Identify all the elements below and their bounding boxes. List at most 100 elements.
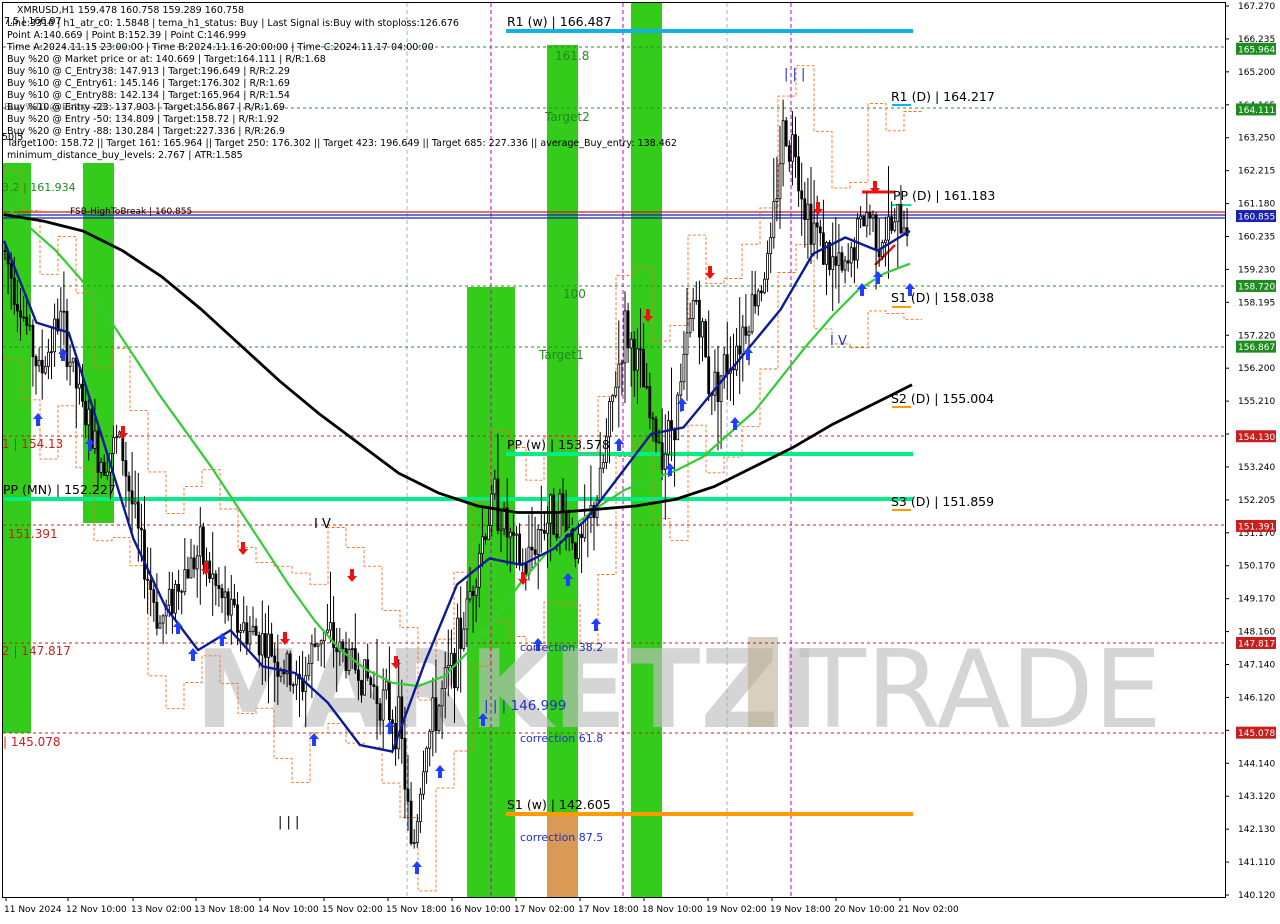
svg-text:164.111: 164.111 <box>1238 106 1275 116</box>
svg-text:154.130: 154.130 <box>1238 433 1275 443</box>
wave-label-iii-2: | | | <box>784 67 805 82</box>
zone-mid-2-orange <box>547 815 578 897</box>
info-line-6: Buy %10 @ C_Entry88: 142.134 | Target:16… <box>7 90 290 101</box>
y-tick-label: 155.210 <box>1238 397 1275 407</box>
y-tick-label: 149.170 <box>1238 595 1275 605</box>
y-tick-label: 167.270 <box>1238 2 1275 12</box>
price-level-badge: 158.720 <box>1236 279 1276 292</box>
x-tick-label: 13 Nov 02:00 <box>131 905 192 915</box>
y-tick-label: 142.130 <box>1238 825 1275 835</box>
svg-text:145.078: 145.078 <box>1238 729 1275 739</box>
x-tick-label: 15 Nov 02:00 <box>322 905 383 915</box>
info-line-8: Buy %20 @ Entry -50: 134.809 | Target:15… <box>7 114 279 125</box>
info-line-10: Target100: 158.72 || Target 161: 165.964… <box>6 138 677 149</box>
svg-text:158.720: 158.720 <box>1238 282 1275 292</box>
info-line-3: Buy %20 @ Market price or at: 140.669 | … <box>7 54 326 65</box>
price-level-badge: 156.867 <box>1236 340 1276 353</box>
info-line-2: Time A:2024.11.15 23:00:00 | Time B:2024… <box>6 42 434 53</box>
pp-daily-label: PP (D) | 161.183 <box>893 188 995 203</box>
s3-daily-label: S3 (D) | 151.859 <box>891 494 994 509</box>
candle <box>704 318 707 359</box>
svg-text:156.867: 156.867 <box>1238 343 1275 353</box>
y-tick-label: 150.170 <box>1238 562 1275 572</box>
y-tick-label: 147.140 <box>1238 661 1275 671</box>
r1-daily-label: R1 (D) | 164.217 <box>891 89 995 104</box>
y-tick-label: 152.205 <box>1238 496 1275 506</box>
wave-label-iv-1: I V <box>314 517 331 532</box>
x-tick-label: 14 Nov 10:00 <box>258 905 319 915</box>
candle <box>676 392 680 441</box>
info-line-4: Buy %10 @ C_Entry38: 147.913 | Target:19… <box>7 66 290 77</box>
y-tick-label: 161.180 <box>1238 200 1275 210</box>
red-level-label-3: 2 | 147.817 <box>2 644 71 658</box>
x-tick-label: 19 Nov 02:00 <box>706 905 767 915</box>
price-level-badge: 164.111 <box>1236 103 1276 116</box>
x-tick-label: 13 Nov 18:00 <box>194 905 255 915</box>
x-tick-label: 19 Nov 18:00 <box>770 905 831 915</box>
svg-text:165.964: 165.964 <box>1238 45 1275 55</box>
x-tick-label: 20 Nov 10:00 <box>834 905 895 915</box>
y-tick-label: 158.195 <box>1238 298 1275 308</box>
price-level-badge: 145.078 <box>1236 726 1276 739</box>
y-tick-label: 159.230 <box>1238 265 1275 275</box>
x-tick-label: 21 Nov 02:00 <box>898 905 959 915</box>
zone-label-target2: Target2 <box>544 110 590 124</box>
info-line-9: Buy %20 @ Entry -88: 130.284 | Target:22… <box>7 126 285 137</box>
info-line-5: Buy %10 @ C_Entry61: 145.146 | Target:17… <box>7 78 290 89</box>
y-tick-label: 143.120 <box>1238 792 1275 802</box>
price-level-badge: 160.855 <box>1236 210 1276 223</box>
zone-label-target1: Target1 <box>538 348 584 362</box>
y-tick-label: 163.250 <box>1238 134 1275 144</box>
candle <box>437 704 441 734</box>
wave-label-iv-2: I V <box>830 334 847 349</box>
info-line-0: Line:3316 | h1_atr_c0: 1.5848 | tema_h1_… <box>7 18 459 29</box>
price-level-badge: 151.391 <box>1236 519 1276 532</box>
watermark-block <box>748 637 778 727</box>
candle <box>784 116 788 147</box>
chart-svg: MARKETZI TRADE 7.5 | 166.97 XMRUSD,H1 15… <box>0 0 1280 920</box>
y-tick-label: 144.140 <box>1238 759 1275 769</box>
red-level-label-2: 151.391 <box>8 527 58 541</box>
candle <box>856 213 859 269</box>
x-tick-label: 15 Nov 18:00 <box>386 905 447 915</box>
header-partial-3: 50|5 <box>2 132 23 143</box>
pp-weekly-label: PP (w) | 153.578 <box>507 437 610 452</box>
header-partial-4: 3.2 | 161.934 <box>2 181 76 194</box>
chart-container: MARKETZI TRADE 7.5 | 166.97 XMRUSD,H1 15… <box>0 0 1280 920</box>
zone-label-corr87: correction 87.5 <box>520 831 603 844</box>
y-tick-label: 148.160 <box>1238 628 1275 638</box>
y-tick-label: 141.110 <box>1238 858 1275 868</box>
red-level-label-4: | 145.078 <box>3 735 60 749</box>
point-c-label: | | | 146.999 <box>484 698 566 714</box>
info-line-1: Point A:140.669 | Point B:152.39 | Point… <box>7 30 246 41</box>
x-tick-label: 17 Nov 02:00 <box>514 905 575 915</box>
y-tick-label: 153.240 <box>1238 463 1275 473</box>
watermark-right: TRADE <box>799 628 1162 753</box>
zone-label-corr38: correction 38.2 <box>520 641 603 654</box>
y-tick-label: 160.235 <box>1238 232 1275 242</box>
x-tick-label: 16 Nov 10:00 <box>450 905 511 915</box>
wave-label-iii-1: | | | <box>278 815 299 830</box>
price-level-badge: 165.964 <box>1236 42 1276 55</box>
svg-text:151.391: 151.391 <box>1238 522 1275 532</box>
high-to-break-label: FSB-HighToBreak | 160.855 <box>70 207 192 217</box>
pp-monthly-label: PP (MN) | 152.227 <box>3 482 116 497</box>
zone-label-corr61: correction 61.8 <box>520 732 603 745</box>
info-line-11: minimum_distance_buy_levels: 2.767 | ATR… <box>7 150 243 161</box>
zone-label-100: 100 <box>563 287 586 301</box>
y-tick-label: 157.220 <box>1238 331 1275 341</box>
red-level-label-1: 1 | 154.13 <box>2 437 63 451</box>
svg-text:160.855: 160.855 <box>1238 213 1275 223</box>
zone-label-161: 161.8 <box>555 49 589 63</box>
x-tick-label: 18 Nov 10:00 <box>642 905 703 915</box>
price-level-badge: 147.817 <box>1236 636 1276 649</box>
s1-weekly-label: S1 (w) | 142.605 <box>507 797 611 812</box>
y-tick-label: 140.120 <box>1238 891 1275 901</box>
y-tick-label: 165.200 <box>1238 68 1275 78</box>
x-tick-label: 11 Nov 2024 <box>4 905 62 915</box>
candle <box>862 215 866 227</box>
candle <box>363 659 367 696</box>
x-tick-label: 12 Nov 10:00 <box>66 905 127 915</box>
s2-daily-label: S2 (D) | 155.004 <box>891 391 994 406</box>
s1-daily-label: S1 (D) | 158.038 <box>891 290 994 305</box>
